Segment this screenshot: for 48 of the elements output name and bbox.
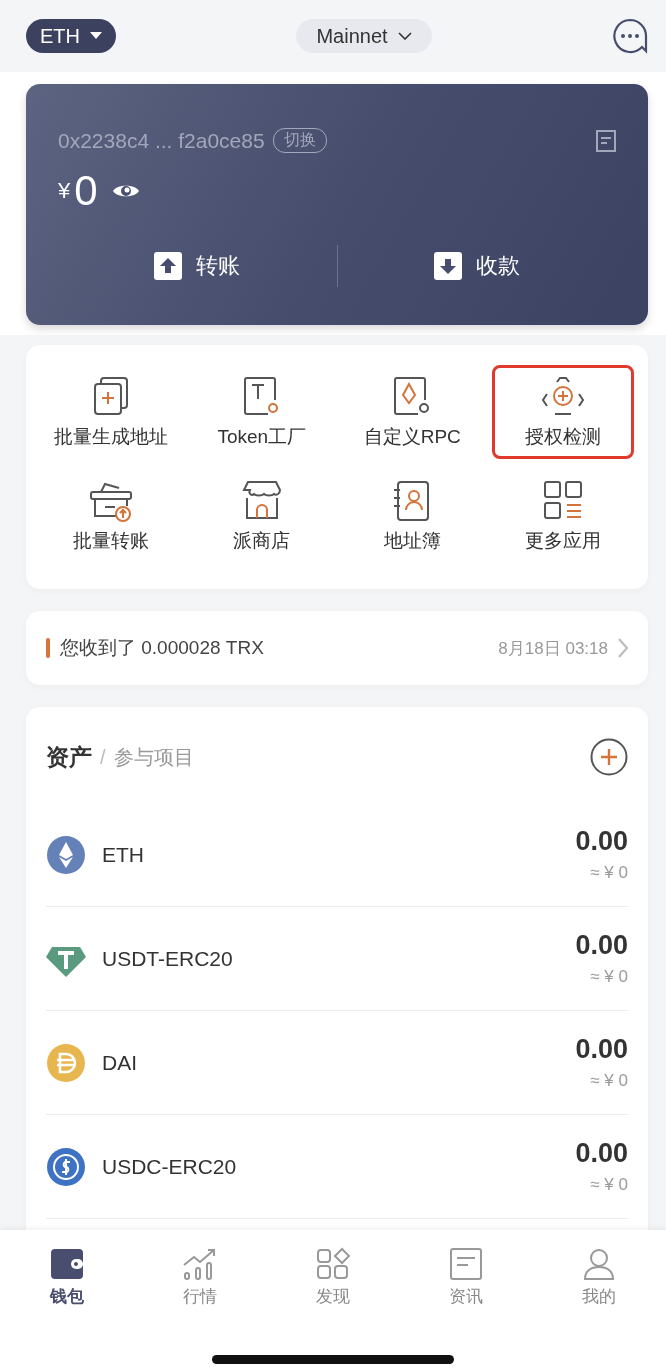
notice-card[interactable]: 您收到了 0.000028 TRX 8月18日 03:18 (26, 611, 648, 685)
token-amount: 0.00 (575, 826, 628, 857)
app-shortcut[interactable]: Token工厂 (190, 365, 333, 459)
app-shortcut[interactable]: 更多应用 (491, 469, 634, 563)
document-icon[interactable] (596, 129, 616, 152)
token-symbol: USDT-ERC20 (102, 946, 234, 971)
app-shortcut[interactable]: 派商店 (190, 469, 333, 563)
chat-bubble-icon[interactable] (612, 18, 648, 54)
tab-bar-item[interactable]: 我的 (532, 1246, 666, 1309)
app-shortcut[interactable]: 批量转账 (40, 469, 183, 563)
token-symbol: ETH (102, 842, 145, 867)
balance-amount: 0 (74, 167, 98, 215)
notice-text: 您收到了 0.000028 TRX (60, 636, 265, 660)
network-selector[interactable]: Mainnet (296, 19, 432, 53)
wallet-icon (48, 1247, 85, 1281)
separator-slash: / (100, 745, 106, 769)
news-icon (448, 1247, 485, 1281)
receive-button[interactable]: 收款 (337, 245, 616, 287)
token-amount: 0.00 (575, 1034, 628, 1065)
chevron-down-icon (397, 32, 412, 40)
chain-selector[interactable]: ETH (26, 19, 116, 53)
app-shortcut[interactable]: 地址簿 (341, 469, 484, 563)
app-shortcut[interactable]: 自定义RPC (341, 365, 484, 459)
app-shortcut[interactable]: 授权检测 (491, 365, 634, 459)
add-circle-icon[interactable] (590, 738, 628, 776)
token-symbol: USDC-ERC20 (102, 1154, 238, 1179)
currency-symbol: ¥ (58, 178, 71, 204)
tab-bar-item[interactable]: 发现 (266, 1246, 400, 1309)
chevron-right-icon (618, 638, 628, 658)
tab-bar-item[interactable]: 资讯 (399, 1246, 533, 1309)
token-value: ≈ ¥ 0 (590, 1071, 628, 1091)
token-value: ≈ ¥ 0 (590, 1175, 628, 1195)
tab-bar-item[interactable]: 钱包 (0, 1246, 134, 1309)
notice-time: 8月18日 03:18 (498, 637, 608, 660)
token-amount: 0.00 (575, 1138, 628, 1169)
transfer-button[interactable]: 转账 (58, 245, 337, 287)
token-value: ≈ ¥ 0 (590, 863, 628, 883)
wallet-address: 0x2238c4 ... f2a0ce85 (58, 128, 265, 153)
caret-icon (90, 32, 102, 40)
chart-trend-icon (181, 1247, 218, 1281)
token-value: ≈ ¥ 0 (590, 967, 628, 987)
tab-bar-item[interactable]: 行情 (133, 1246, 267, 1309)
token-amount: 0.00 (575, 930, 628, 961)
accent-bar (46, 638, 50, 658)
app-shortcut[interactable]: 批量生成地址 (40, 365, 183, 459)
discover-grid-icon (315, 1247, 351, 1281)
asset-tab[interactable]: 资产 (46, 741, 92, 773)
token-symbol: DAI (102, 1050, 138, 1075)
